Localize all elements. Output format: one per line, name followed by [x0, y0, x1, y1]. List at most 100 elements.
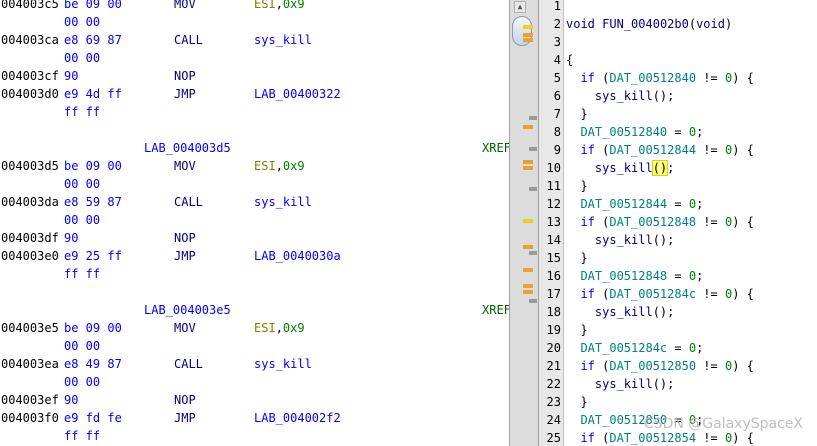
code-text[interactable]: if (DAT_0051284c != 0) {: [566, 285, 753, 303]
listing-row[interactable]: 004003f0 e9 fd fe JMP LAB_004002f2: [0, 409, 509, 427]
code-line[interactable]: 21 if (DAT_00512850 != 0) {: [539, 357, 817, 375]
xref-link[interactable]: XREF: [482, 139, 509, 157]
code-text[interactable]: DAT_00512844 = 0;: [566, 195, 703, 213]
overview-marker[interactable]: [523, 33, 533, 37]
listing-row[interactable]: 00 00: [0, 211, 509, 229]
listing-row[interactable]: 004003ef 90 NOP: [0, 391, 509, 409]
listing-row[interactable]: 004003df 90 NOP: [0, 229, 509, 247]
overview-marker[interactable]: [523, 166, 533, 170]
listing-row[interactable]: 004003da e8 59 87 CALL sys_kill: [0, 193, 509, 211]
code-text[interactable]: }: [566, 249, 587, 267]
code-text[interactable]: {: [566, 51, 573, 69]
code-text[interactable]: sys_kill();: [566, 375, 674, 393]
code-line[interactable]: 17 if (DAT_0051284c != 0) {: [539, 285, 817, 303]
code-text[interactable]: if (DAT_00512850 != 0) {: [566, 357, 753, 375]
code-text[interactable]: }: [566, 321, 587, 339]
code-line[interactable]: 11 }: [539, 177, 817, 195]
listing-row[interactable]: 00 00: [0, 373, 509, 391]
instruction-operand[interactable]: LAB_004002f2: [254, 409, 341, 427]
code-line[interactable]: 8 DAT_00512840 = 0;: [539, 123, 817, 141]
code-line[interactable]: 23 }: [539, 393, 817, 411]
listing-row[interactable]: 00 00: [0, 13, 509, 31]
listing-row[interactable]: ff ff: [0, 265, 509, 283]
code-text[interactable]: sys_kill();: [566, 303, 674, 321]
listing-row[interactable]: 004003c5 be 09 00 MOV ESI,0x9: [0, 0, 509, 13]
listing-row[interactable]: 00 00: [0, 175, 509, 193]
overview-marker[interactable]: [529, 116, 537, 120]
overview-marker[interactable]: [523, 290, 533, 294]
code-line[interactable]: 14 sys_kill();: [539, 231, 817, 249]
code-line[interactable]: 5 if (DAT_00512840 != 0) {: [539, 69, 817, 87]
code-line[interactable]: 22 sys_kill();: [539, 375, 817, 393]
overview-marker[interactable]: [529, 299, 537, 303]
code-line[interactable]: 1: [539, 0, 817, 15]
overview-marker[interactable]: [523, 125, 533, 129]
listing-row[interactable]: ff ff: [0, 427, 509, 445]
code-line[interactable]: 3: [539, 33, 817, 51]
code-line[interactable]: 18 sys_kill();: [539, 303, 817, 321]
overview-marker[interactable]: [523, 219, 533, 223]
instruction-operand[interactable]: sys_kill: [254, 193, 312, 211]
label-row[interactable]: LAB_004003e5 XREF: [0, 301, 509, 319]
overview-marker[interactable]: [523, 25, 533, 29]
code-text[interactable]: DAT_00512840 = 0;: [566, 123, 703, 141]
overview-marker[interactable]: [529, 251, 537, 255]
code-line[interactable]: 2 void FUN_004002b0(void): [539, 15, 817, 33]
instruction-operand[interactable]: LAB_0040030a: [254, 247, 341, 265]
instruction-operand[interactable]: sys_kill: [254, 31, 312, 49]
code-label[interactable]: LAB_004003d5: [144, 139, 231, 157]
code-label[interactable]: LAB_004003e5: [144, 301, 231, 319]
instruction-operand[interactable]: LAB_00400322: [254, 85, 341, 103]
listing-row[interactable]: 004003d0 e9 4d ff JMP LAB_00400322: [0, 85, 509, 103]
listing-row[interactable]: ff ff: [0, 103, 509, 121]
code-text[interactable]: if (DAT_00512844 != 0) {: [566, 141, 753, 159]
code-text[interactable]: if (DAT_00512840 != 0) {: [566, 69, 753, 87]
code-text[interactable]: void FUN_004002b0(void): [566, 15, 732, 33]
code-line[interactable]: 20 DAT_0051284c = 0;: [539, 339, 817, 357]
listing-row[interactable]: [0, 121, 509, 139]
code-line[interactable]: 16 DAT_00512848 = 0;: [539, 267, 817, 285]
code-line[interactable]: 4{: [539, 51, 817, 69]
listing-row[interactable]: 004003d5 be 09 00 MOV ESI,0x9: [0, 157, 509, 175]
listing-row[interactable]: 004003e5 be 09 00 MOV ESI,0x9: [0, 319, 509, 337]
listing-row[interactable]: [0, 283, 509, 301]
overview-marker[interactable]: [523, 38, 533, 42]
code-text[interactable]: }: [566, 393, 587, 411]
label-row[interactable]: LAB_004003d5 XREF: [0, 139, 509, 157]
overview-marker[interactable]: [523, 245, 533, 249]
overview-scrollbar[interactable]: ▲: [509, 0, 539, 446]
code-line[interactable]: 15 }: [539, 249, 817, 267]
code-text[interactable]: sys_kill();: [566, 159, 674, 177]
listing-panel[interactable]: 004003c5 be 09 00 MOV ESI,0x9 00 00 004003ca e…: [0, 0, 509, 446]
code-line[interactable]: 12 DAT_00512844 = 0;: [539, 195, 817, 213]
overview-marker[interactable]: [523, 284, 533, 288]
code-line[interactable]: 10 sys_kill();: [539, 159, 817, 177]
listing-row[interactable]: 004003ea e8 49 87 CALL sys_kill: [0, 355, 509, 373]
code-text[interactable]: }: [566, 105, 587, 123]
scroll-up-arrow-icon[interactable]: ▲: [514, 1, 526, 13]
code-line[interactable]: 6 sys_kill();: [539, 87, 817, 105]
listing-row[interactable]: 004003e0 e9 25 ff JMP LAB_0040030a: [0, 247, 509, 265]
overview-marker[interactable]: [523, 268, 533, 272]
instruction-operand[interactable]: sys_kill: [254, 355, 312, 373]
listing-row[interactable]: 004003ca e8 69 87 CALL sys_kill: [0, 31, 509, 49]
listing-row[interactable]: 00 00: [0, 337, 509, 355]
xref-link[interactable]: XREF: [482, 301, 509, 319]
code-text[interactable]: sys_kill();: [566, 87, 674, 105]
overview-marker[interactable]: [529, 187, 537, 191]
overview-marker[interactable]: [529, 147, 537, 151]
code-text[interactable]: sys_kill();: [566, 231, 674, 249]
instruction-bytes: 90: [64, 231, 79, 245]
overview-marker[interactable]: [523, 160, 533, 164]
code-line[interactable]: 7 }: [539, 105, 817, 123]
code-line[interactable]: 9 if (DAT_00512844 != 0) {: [539, 141, 817, 159]
code-text[interactable]: DAT_0051284c = 0;: [566, 339, 703, 357]
code-text[interactable]: DAT_00512848 = 0;: [566, 267, 703, 285]
code-text[interactable]: }: [566, 177, 587, 195]
listing-row[interactable]: 00 00: [0, 49, 509, 67]
code-line[interactable]: 19 }: [539, 321, 817, 339]
code-text[interactable]: if (DAT_00512848 != 0) {: [566, 213, 753, 231]
code-line[interactable]: 13 if (DAT_00512848 != 0) {: [539, 213, 817, 231]
listing-row[interactable]: 004003cf 90 NOP: [0, 67, 509, 85]
decompiler-panel[interactable]: 1 2 void FUN_004002b0(void) 3 4{5 if (DAT_00…: [539, 0, 817, 446]
